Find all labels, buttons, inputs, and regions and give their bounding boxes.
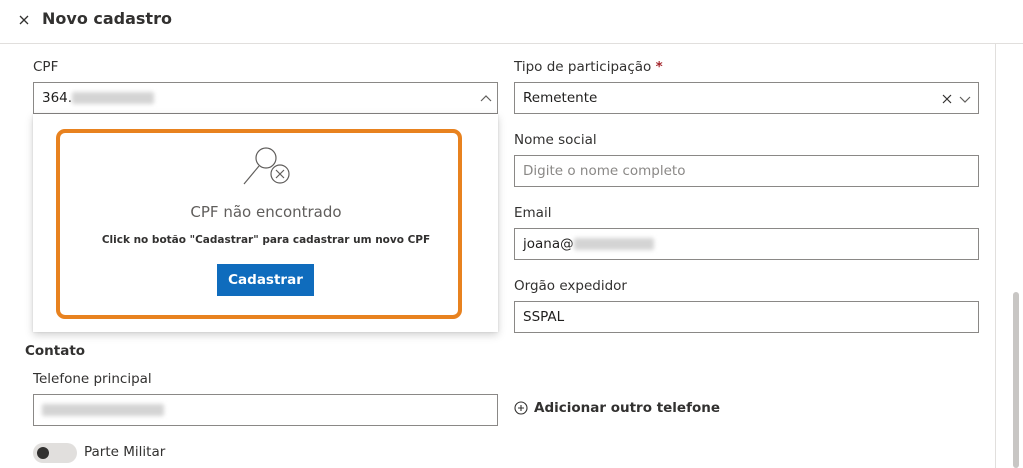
nome-social-input[interactable]: Digite o nome completo <box>514 155 979 187</box>
email-label: Email <box>514 205 552 221</box>
tipo-value: Remetente <box>523 90 598 106</box>
tipo-label: Tipo de participação * <box>514 59 663 75</box>
parte-militar-toggle[interactable] <box>33 443 77 463</box>
required-mark: * <box>655 59 663 75</box>
search-not-found-icon <box>243 147 290 185</box>
cpf-value: 364. <box>42 90 73 106</box>
cpf-label: CPF <box>33 59 59 75</box>
email-input[interactable]: joana@ <box>514 228 979 260</box>
panel-divider <box>995 44 996 468</box>
orgao-label: Orgão expedidor <box>514 278 627 294</box>
nome-social-label: Nome social <box>514 132 597 148</box>
telefone-input[interactable] <box>33 394 498 426</box>
page-title: Novo cadastro <box>42 9 172 28</box>
cpf-input[interactable]: 364. <box>33 82 498 114</box>
telefone-masked <box>42 404 164 416</box>
add-phone-button[interactable]: Adicionar outro telefone <box>514 400 720 416</box>
close-icon[interactable] <box>16 12 32 28</box>
email-value: joana@ <box>523 236 574 252</box>
tipo-select[interactable]: Remetente <box>514 82 979 114</box>
email-masked <box>573 238 654 250</box>
clear-icon[interactable] <box>941 93 953 105</box>
cadastrar-button[interactable]: Cadastrar <box>217 264 314 296</box>
panel-header: Novo cadastro <box>0 0 1023 44</box>
scrollbar-thumb[interactable] <box>1013 292 1019 468</box>
cpf-masked-digits <box>72 92 155 104</box>
telefone-label: Telefone principal <box>33 371 152 387</box>
add-circle-icon <box>514 401 528 415</box>
chevron-down-icon[interactable] <box>958 94 972 104</box>
nome-social-placeholder: Digite o nome completo <box>523 163 686 179</box>
orgao-input[interactable]: SSPAL <box>514 301 979 333</box>
toggle-knob <box>37 447 49 459</box>
chevron-up-icon[interactable] <box>479 94 493 104</box>
contato-section-title: Contato <box>25 343 86 359</box>
parte-militar-label: Parte Militar <box>84 444 166 460</box>
not-found-title: CPF não encontrado <box>190 203 342 221</box>
add-phone-label: Adicionar outro telefone <box>534 400 721 416</box>
orgao-value: SSPAL <box>523 309 565 325</box>
not-found-description: Click no botão "Cadastrar" para cadastra… <box>101 234 431 246</box>
